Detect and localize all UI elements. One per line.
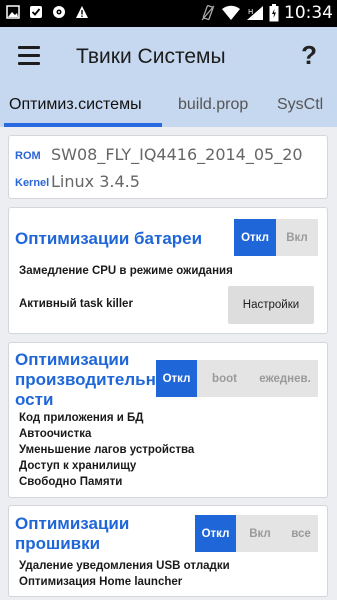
wifi-icon <box>222 5 240 21</box>
performance-toggle: Откл boot ежеднев. <box>156 360 318 397</box>
performance-off-button[interactable]: Откл <box>156 360 197 397</box>
warning-notification-icon <box>76 6 88 18</box>
firmware-on-button[interactable]: Вкл <box>236 515 284 552</box>
battery-on-button[interactable]: Вкл <box>276 219 318 256</box>
performance-item-autoclean: Автоочистка <box>19 428 92 440</box>
firmware-all-button[interactable]: все <box>284 515 318 552</box>
firmware-item-home-launcher: Оптимизация Home launcher <box>19 576 183 588</box>
rom-value: SW08_FLY_IQ4416_2014_05_20 <box>51 145 303 164</box>
firmware-optimization-card: Оптимизации прошивки Откл Вкл все Удален… <box>8 505 328 597</box>
tab-build-prop[interactable]: build.prop <box>178 96 248 114</box>
battery-card-title: Оптимизации батареи <box>15 229 203 248</box>
app-bar: Твики Системы ? <box>0 27 337 87</box>
disc-notification-icon <box>53 6 65 18</box>
status-bar: H 10:34 <box>0 0 337 27</box>
rom-label: ROM <box>15 150 41 162</box>
rom-info-card: ROM SW08_FLY_IQ4416_2014_05_20 Kernel Li… <box>8 135 328 199</box>
kernel-value: Linux 3.4.5 <box>51 172 140 191</box>
signal-icon: H <box>247 6 263 20</box>
performance-daily-button[interactable]: ежеднев. <box>252 360 318 397</box>
battery-item-cpu-slowdown: Замедление CPU в режиме ожидания <box>19 265 233 277</box>
performance-item-lag-reduction: Уменьшение лагов устройства <box>19 444 195 456</box>
performance-item-free-memory: Свободно Памяти <box>19 476 123 488</box>
vibrate-icon <box>201 5 215 21</box>
active-tab-indicator <box>4 123 162 127</box>
battery-icon <box>269 4 279 22</box>
performance-item-storage-access: Доступ к хранилищу <box>19 460 137 472</box>
status-time: 10:34 <box>284 3 333 23</box>
performance-optimization-card: Оптимизации производительн ости Откл boo… <box>8 342 328 498</box>
performance-card-title-line3: ости <box>15 390 54 409</box>
help-button[interactable]: ? <box>301 40 317 71</box>
tab-system-optimization[interactable]: Оптимиз.системы <box>9 96 142 114</box>
image-notification-icon <box>6 5 20 19</box>
battery-item-task-killer: Активный task killer <box>19 298 133 310</box>
battery-toggle: Откл Вкл <box>234 219 318 256</box>
checkbox-notification-icon <box>30 6 42 18</box>
performance-card-title-line1: Оптимизации <box>15 350 130 369</box>
firmware-item-usb-debug-notification: Удаление уведомления USB отладки <box>19 560 230 572</box>
task-killer-settings-button[interactable]: Настройки <box>228 286 314 324</box>
performance-card-title-line2: производительн <box>15 370 156 389</box>
performance-boot-button[interactable]: boot <box>197 360 252 397</box>
kernel-label: Kernel <box>15 177 50 189</box>
tab-sysctl[interactable]: SysCtl <box>277 96 323 114</box>
battery-off-button[interactable]: Откл <box>234 219 276 256</box>
tab-bar: Оптимиз.системы build.prop SysCtl <box>0 87 337 127</box>
firmware-card-title-line2: прошивки <box>15 534 101 553</box>
firmware-card-title-line1: Оптимизации <box>15 514 130 533</box>
page-title: Твики Системы <box>76 45 226 68</box>
firmware-toggle: Откл Вкл все <box>195 515 318 552</box>
hamburger-menu-icon[interactable] <box>18 46 40 66</box>
performance-item-app-code-db: Код приложения и БД <box>19 412 144 424</box>
battery-optimization-card: Оптимизации батареи Откл Вкл Замедление … <box>8 207 328 334</box>
firmware-off-button[interactable]: Откл <box>195 515 236 552</box>
svg-text:H: H <box>248 8 253 16</box>
